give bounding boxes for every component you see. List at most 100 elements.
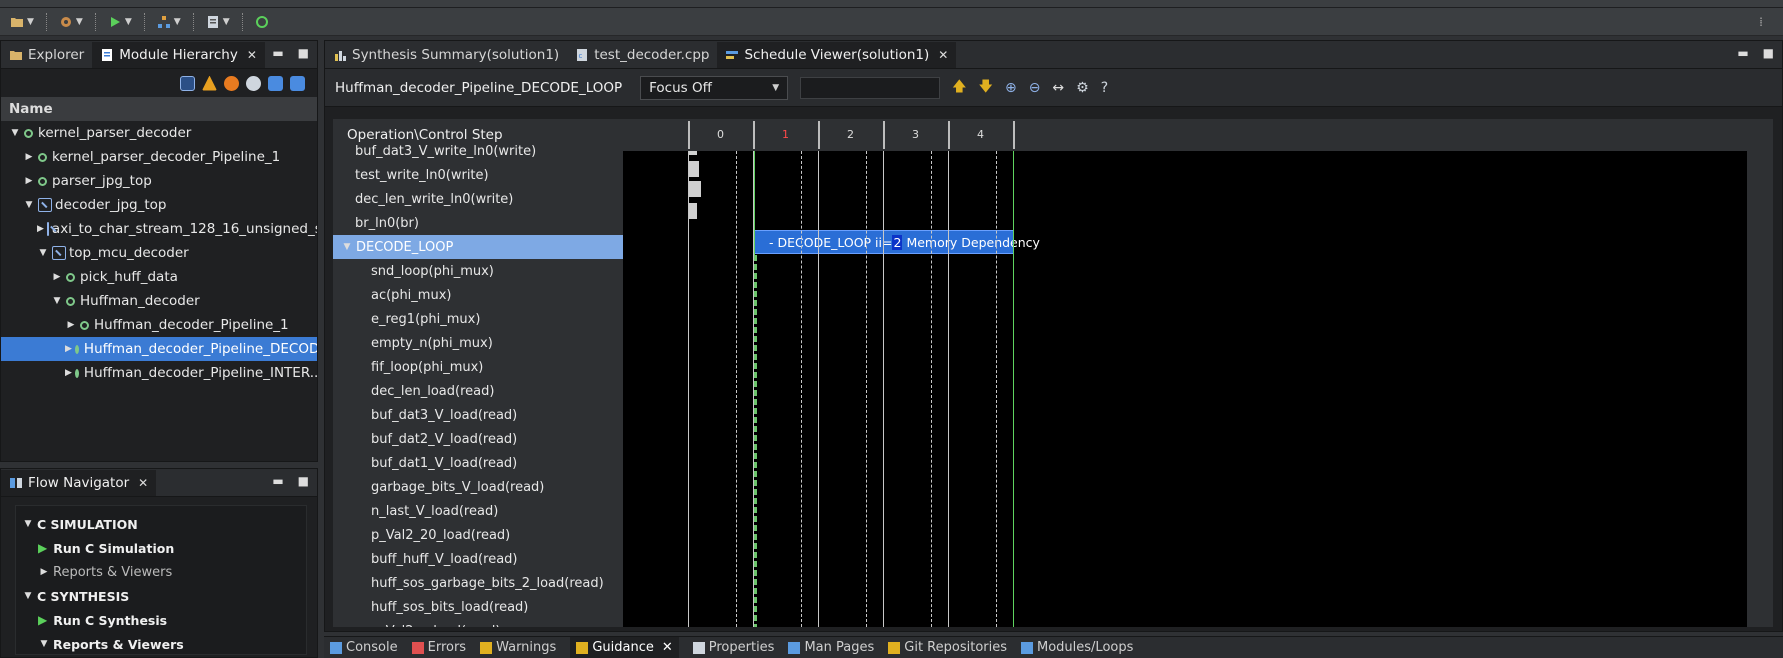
expand-down-icon[interactable]: ▼ [9, 128, 21, 138]
operation-row[interactable]: br_ln0(br) [333, 211, 623, 235]
close-icon[interactable]: ✕ [662, 640, 673, 655]
operation-row[interactable]: buf_dat1_V_load(read) [333, 451, 623, 475]
tree-item[interactable]: ▶ kernel_parser_decoder_Pipeline_1 [1, 145, 317, 169]
operation-row[interactable]: empty_n(phi_mux) [333, 331, 623, 355]
zoom-in-icon[interactable]: ⊕ [1005, 80, 1017, 96]
expand-down-icon[interactable]: ▼ [37, 248, 49, 258]
tree-item[interactable]: ▶ Huffman_decoder_Pipeline_1 [1, 313, 317, 337]
tree-item[interactable]: ▶ Huffman_decoder_Pipeline_DECODE_LOOP [1, 337, 317, 361]
name-column-header[interactable]: Name [1, 97, 317, 121]
help-icon[interactable]: ? [1101, 80, 1108, 96]
tree-item[interactable]: ▶ axi_to_char_stream_128_16_unsigned_s [1, 217, 317, 241]
arrow-down-icon[interactable]: 🡇 [979, 76, 993, 100]
operation-row[interactable]: snd_loop(phi_mux) [333, 259, 623, 283]
focus-select[interactable]: Focus Off ▼ [640, 75, 789, 100]
expand-right-icon[interactable]: ▶ [65, 320, 77, 330]
bottom-tab[interactable]: Properties [692, 640, 774, 655]
zoom-out-icon[interactable]: ⊖ [1029, 80, 1041, 96]
expand-right-icon[interactable]: ▶ [23, 176, 35, 186]
bottom-tab[interactable]: Warnings [480, 640, 556, 655]
operation-row[interactable]: e_reg1(phi_mux) [333, 307, 623, 331]
tree-item[interactable]: ▼ top_mcu_decoder [1, 241, 317, 265]
run-button[interactable]: ▼ [104, 11, 136, 33]
warning-icon[interactable] [202, 75, 217, 91]
operation-row[interactable]: dec_len_write_ln0(write) [333, 187, 623, 211]
bottom-tab[interactable]: Man Pages [788, 640, 874, 655]
operation-row[interactable]: buff_huff_V_load(read) [333, 547, 623, 571]
help-icon[interactable] [246, 75, 261, 91]
operation-row[interactable]: huff_sos_garbage_bits_2_load(read) [333, 571, 623, 595]
operation-row[interactable]: dec_len_load(read) [333, 379, 623, 403]
operation-row[interactable]: test_write_ln0(write) [333, 163, 623, 187]
minimize-icon[interactable]: ▬ [272, 474, 283, 488]
minimize-icon[interactable]: ▬ [272, 46, 283, 60]
tree-item[interactable]: ▼ kernel_parser_decoder [1, 121, 317, 145]
close-icon[interactable]: ✕ [938, 48, 948, 62]
tree-item[interactable]: ▶ Huffman_decoder_Pipeline_INTER... [1, 361, 317, 385]
operation-box[interactable] [689, 151, 697, 155]
operation-row[interactable]: p_Val2_s_load(read) [333, 619, 623, 628]
arrow-up-icon[interactable]: 🡅 [952, 76, 966, 100]
bottom-tab[interactable]: Modules/Loops [1021, 640, 1133, 655]
expand-down-icon[interactable]: ▼ [51, 296, 63, 306]
operation-row[interactable]: buf_dat2_V_load(read) [333, 427, 623, 451]
flow-item[interactable]: ▶ Reports & Viewers [16, 560, 306, 584]
info-icon[interactable] [224, 75, 239, 91]
collapse-all-icon[interactable] [290, 75, 305, 91]
decode-loop-bar[interactable]: - DECODE_LOOP ii= 2 Memory Dependency [754, 230, 1040, 254]
module-filter-icon[interactable] [180, 75, 195, 91]
expand-right-icon[interactable]: ▶ [65, 368, 72, 378]
expand-down-icon[interactable]: ▼ [23, 200, 35, 210]
flow-item[interactable]: ▼ Reports & Viewers [16, 632, 306, 656]
operation-row[interactable]: huff_sos_bits_load(read) [333, 595, 623, 619]
settings-button[interactable]: ▼ [55, 11, 87, 33]
bottom-tab[interactable]: Errors [411, 640, 466, 655]
operation-box[interactable] [689, 203, 697, 219]
schedule-canvas[interactable]: - DECODE_LOOP ii= 2 Memory Dependency [623, 151, 1747, 627]
operation-row[interactable]: fif_loop(phi_mux) [333, 355, 623, 379]
open-folder-button[interactable]: ▼ [6, 11, 38, 33]
tab-flow-navigator[interactable]: Flow Navigator ✕ [1, 470, 157, 496]
analysis-button[interactable]: ▼ [153, 11, 185, 33]
tab-module-hierarchy[interactable]: Module Hierarchy ✕ [92, 42, 265, 68]
tree-item[interactable]: ▼ decoder_jpg_top [1, 193, 317, 217]
expand-right-icon[interactable]: ▶ [51, 272, 63, 282]
tab-explorer[interactable]: Explorer [1, 42, 92, 68]
fit-width-icon[interactable]: ↔ [1052, 80, 1064, 96]
operation-row[interactable]: garbage_bits_V_load(read) [333, 475, 623, 499]
tree-item[interactable]: ▶ pick_huff_data [1, 265, 317, 289]
expand-right-icon[interactable]: ▶ [23, 152, 35, 162]
maximize-icon[interactable]: ■ [1763, 46, 1774, 60]
expand-all-icon[interactable] [268, 75, 283, 91]
bottom-tab[interactable]: Guidance ✕ [570, 636, 679, 658]
tab-schedule-viewer[interactable]: Schedule Viewer(solution1) ✕ [717, 42, 957, 68]
close-icon[interactable]: ✕ [247, 48, 257, 62]
operation-box[interactable] [689, 161, 699, 177]
operation-row[interactable]: n_last_V_load(read) [333, 499, 623, 523]
loop-row[interactable]: ▼ DECODE_LOOP [333, 235, 623, 259]
operation-row[interactable]: p_Val2_20_load(read) [333, 523, 623, 547]
settings-icon[interactable]: ⚙ [1076, 80, 1089, 96]
filter-input[interactable] [800, 76, 941, 99]
maximize-icon[interactable]: ■ [298, 474, 309, 488]
flow-item[interactable]: ▶ Run C Simulation [16, 536, 306, 560]
expand-right-icon[interactable]: ▶ [65, 344, 72, 354]
operation-box[interactable] [689, 181, 701, 197]
flow-item[interactable]: ▼ C SIMULATION [16, 512, 306, 536]
bottom-tab[interactable]: Git Repositories [888, 640, 1007, 655]
reports-button[interactable]: ▼ [202, 11, 234, 33]
operation-row[interactable]: buf_dat3_V_load(read) [333, 403, 623, 427]
maximize-icon[interactable]: ■ [298, 46, 309, 60]
git-button[interactable] [251, 11, 273, 33]
tree-item[interactable]: ▼ Huffman_decoder [1, 289, 317, 313]
close-icon[interactable]: ✕ [138, 476, 148, 490]
minimize-icon[interactable]: ▬ [1737, 46, 1748, 60]
flow-item[interactable]: ▶ Run C Synthesis [16, 608, 306, 632]
operation-row[interactable]: ac(phi_mux) [333, 283, 623, 307]
tab-test-decoder[interactable]: c test_decoder.cpp [567, 42, 717, 68]
expand-right-icon[interactable]: ▶ [37, 224, 44, 234]
bottom-tab[interactable]: Console [330, 640, 398, 655]
operation-row[interactable]: buf_dat3_V_write_ln0(write) [333, 139, 623, 163]
flow-item[interactable]: ▼ C SYNTHESIS [16, 584, 306, 608]
tree-item[interactable]: ▶ parser_jpg_top [1, 169, 317, 193]
